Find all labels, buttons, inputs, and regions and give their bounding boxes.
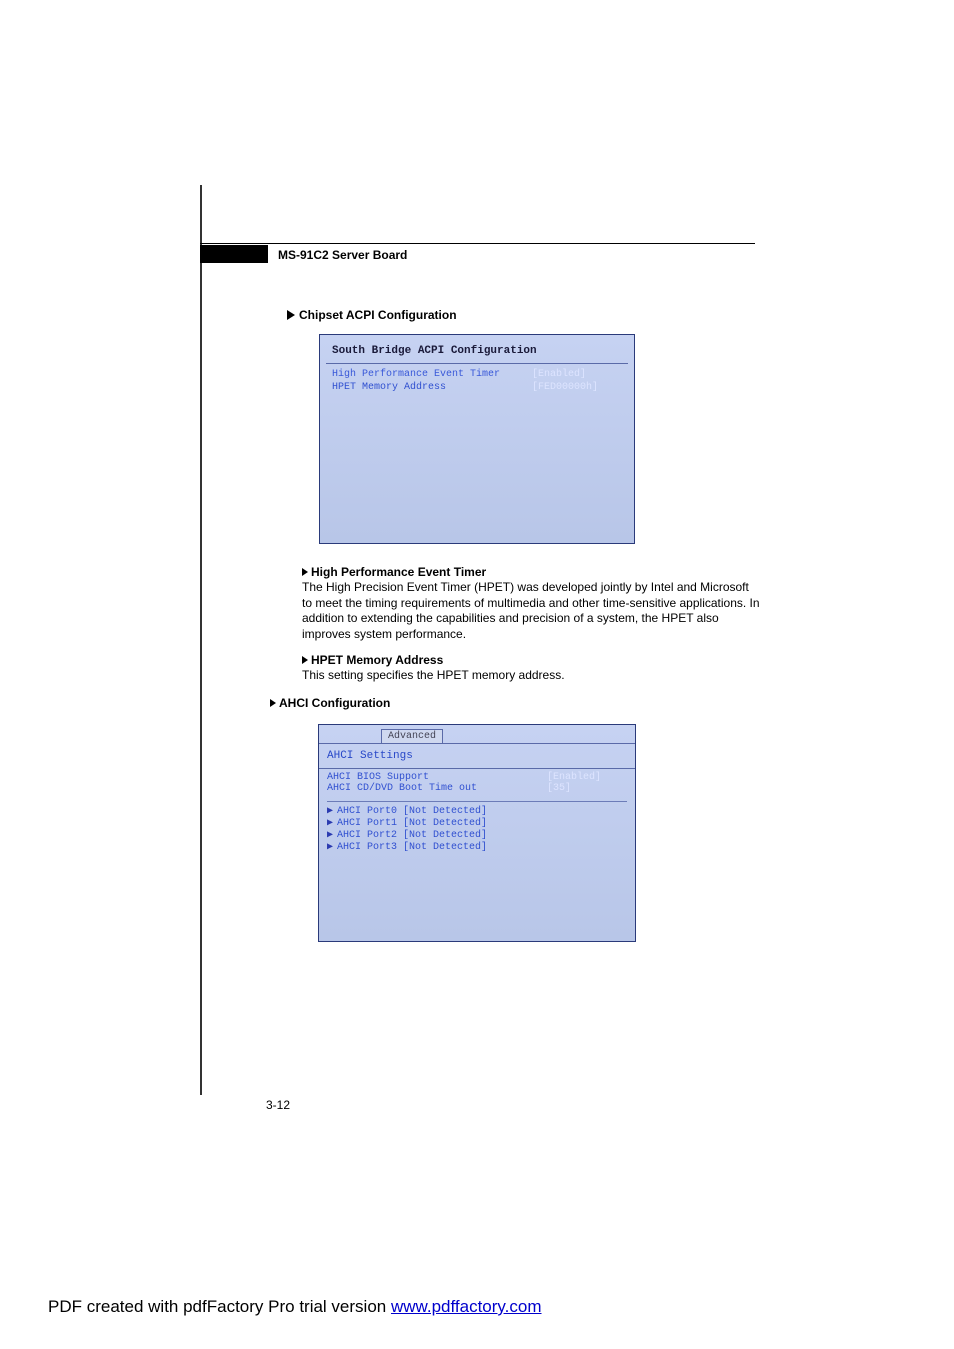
bios2-port-text: AHCI Port2 [Not Detected] <box>337 830 487 841</box>
bios1-row-hpet: High Performance Event Timer [Enabled] <box>326 368 628 381</box>
bios2-port-text: AHCI Port0 [Not Detected] <box>337 806 487 817</box>
triangle-right-icon: ▶ <box>327 842 333 853</box>
bios1-row-label: High Performance Event Timer <box>332 369 532 380</box>
bios2-row-label: AHCI CD/DVD Boot Time out <box>327 783 547 794</box>
bios-screenshot-acpi: South Bridge ACPI Configuration High Per… <box>319 334 635 544</box>
bios1-row-value: [Enabled] <box>532 369 622 380</box>
paragraph-hpet: The High Precision Event Timer (HPET) wa… <box>302 580 762 642</box>
bios2-port1: ▶ AHCI Port1 [Not Detected] <box>319 817 635 829</box>
triangle-right-icon <box>302 568 308 576</box>
paragraph-hpet-mem: This setting specifies the HPET memory a… <box>302 668 762 684</box>
bios2-port3: ▶ AHCI Port3 [Not Detected] <box>319 841 635 853</box>
heading-ahci: AHCI Configuration <box>270 696 390 710</box>
heading-hpet-text: High Performance Event Timer <box>311 565 486 579</box>
bios2-port0: ▶ AHCI Port0 [Not Detected] <box>319 805 635 817</box>
triangle-right-icon <box>302 656 308 664</box>
bios2-tab-advanced: Advanced <box>381 729 443 743</box>
triangle-right-icon: ▶ <box>327 818 333 829</box>
heading-ahci-text: AHCI Configuration <box>279 696 390 710</box>
bios2-separator <box>327 801 627 802</box>
bios1-row-label: HPET Memory Address <box>332 382 532 393</box>
bios2-row-bios-support: AHCI BIOS Support [Enabled] <box>327 772 627 783</box>
bios1-row-value: [FED00000h] <box>532 382 622 393</box>
bios2-tabbar: Advanced <box>319 725 635 743</box>
triangle-right-icon <box>287 310 295 320</box>
heading-hpet: High Performance Event Timer <box>302 565 486 579</box>
bios2-port-text: AHCI Port1 [Not Detected] <box>337 818 487 829</box>
bios2-port-text: AHCI Port3 [Not Detected] <box>337 842 487 853</box>
triangle-right-icon: ▶ <box>327 806 333 817</box>
bios2-row-boot-timeout: AHCI CD/DVD Boot Time out [35] <box>327 783 627 794</box>
pdf-footer: PDF created with pdfFactory Pro trial ve… <box>48 1297 542 1317</box>
bios-screenshot-ahci: Advanced AHCI Settings AHCI BIOS Support… <box>318 724 636 942</box>
bios2-port2: ▶ AHCI Port2 [Not Detected] <box>319 829 635 841</box>
heading-hpet-mem: HPET Memory Address <box>302 653 443 667</box>
triangle-right-icon: ▶ <box>327 830 333 841</box>
bios1-title: South Bridge ACPI Configuration <box>326 341 628 364</box>
section-chipset-acpi: Chipset ACPI Configuration <box>287 308 457 322</box>
page-top-rule <box>200 243 755 244</box>
header-title: MS-91C2 Server Board <box>278 248 407 262</box>
bios2-row-label: AHCI BIOS Support <box>327 772 547 783</box>
heading-hpet-mem-text: HPET Memory Address <box>311 653 443 667</box>
bios2-row-value: [Enabled] <box>547 772 627 783</box>
section-heading-text: Chipset ACPI Configuration <box>299 308 457 322</box>
bios2-title: AHCI Settings <box>319 743 635 769</box>
header-black-box <box>200 245 268 263</box>
bios2-row-value: [35] <box>547 783 627 794</box>
footer-link[interactable]: www.pdffactory.com <box>391 1297 542 1316</box>
page-number: 3-12 <box>266 1098 290 1112</box>
footer-prefix: PDF created with pdfFactory Pro trial ve… <box>48 1297 391 1316</box>
triangle-right-icon <box>270 699 276 707</box>
bios1-row-hpet-addr: HPET Memory Address [FED00000h] <box>326 381 628 394</box>
